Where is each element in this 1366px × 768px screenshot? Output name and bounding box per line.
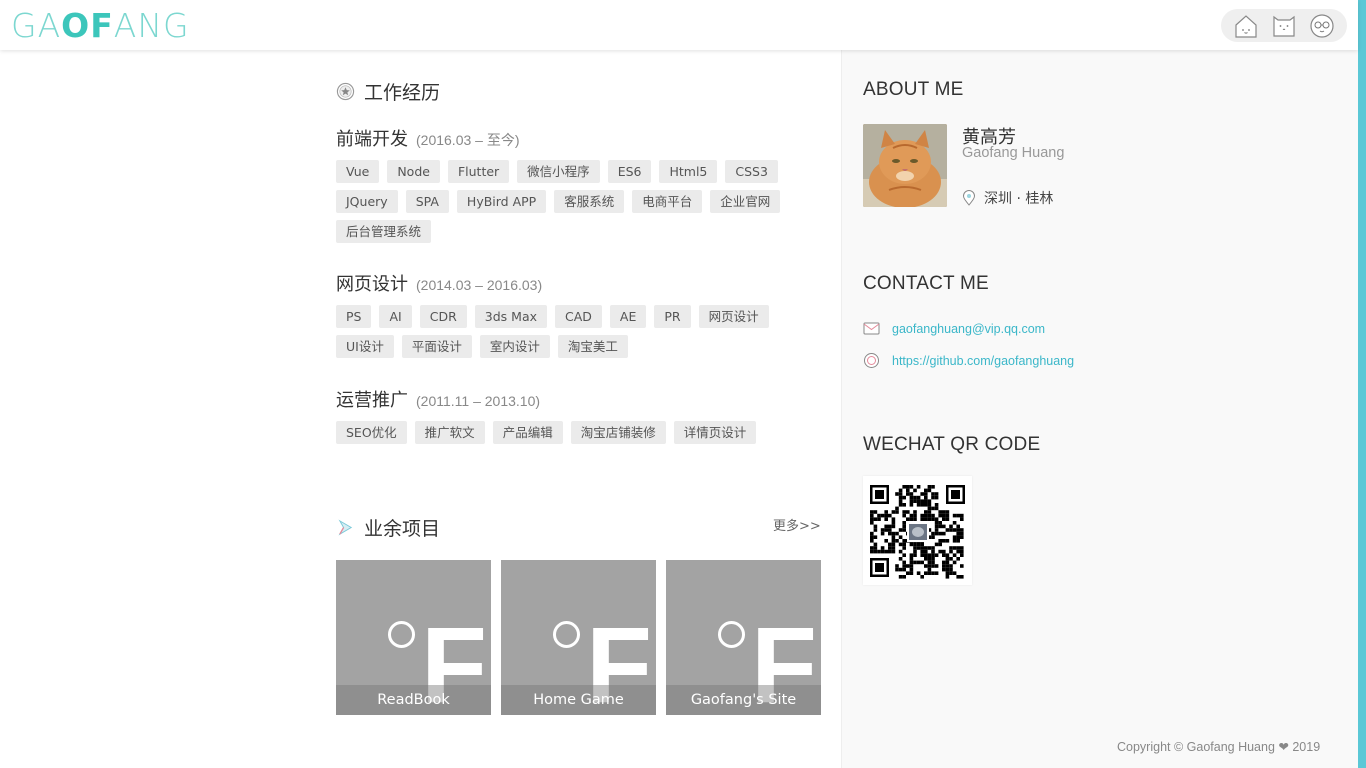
skill-tags: PS AI CDR 3ds Max CAD AE PR 网页设计 UI设计 平面… <box>336 305 821 365</box>
skill-tags: SEO优化 推广软文 产品编辑 淘宝店铺装修 详情页设计 <box>336 421 821 451</box>
skill-tag: 电商平台 <box>632 190 703 213</box>
location-text: 深圳 · 桂林 <box>984 191 1054 207</box>
home-icon[interactable] <box>1232 12 1260 40</box>
github-link[interactable]: https://github.com/gaofanghuang <box>892 354 1074 368</box>
map-pin-icon <box>962 190 976 206</box>
header-icon-group <box>1221 9 1347 42</box>
project-name: Home Game <box>501 685 656 715</box>
site-logo[interactable]: GAOFANG <box>11 6 190 46</box>
projects-section-title: 业余项目 <box>336 514 440 541</box>
skill-tag: 客服系统 <box>554 190 625 213</box>
skill-tag: AI <box>379 305 412 328</box>
skill-tag: Vue <box>336 160 380 183</box>
location: 深圳 · 桂林 <box>962 188 1053 208</box>
job-frontend: 前端开发 (2016.03 – 至今) Vue Node Flutter 微信小… <box>336 125 821 250</box>
project-cards: F ReadBook F Home Game F Gaofang's Site <box>336 560 821 715</box>
skill-tag: 3ds Max <box>474 305 547 328</box>
skill-tag: PR <box>654 305 691 328</box>
skill-tag: 淘宝美工 <box>557 335 628 358</box>
skill-tag: AE <box>609 305 647 328</box>
github-icon <box>864 353 879 368</box>
skill-tag: Flutter <box>447 160 510 183</box>
skill-tag: 后台管理系统 <box>336 220 432 243</box>
skill-tag: 推广软文 <box>414 421 485 444</box>
star-badge-icon <box>336 82 355 101</box>
skill-tag: PS <box>336 305 372 328</box>
skill-tag: 平面设计 <box>401 335 472 358</box>
skill-tag: 企业官网 <box>710 190 781 213</box>
job-marketing: 运营推广 (2011.11 – 2013.10) SEO优化 推广软文 产品编辑… <box>336 386 821 451</box>
skill-tag: Html5 <box>659 160 718 183</box>
email-row: gaofanghuang@vip.qq.com <box>863 321 1045 336</box>
skill-tag: SPA <box>405 190 449 213</box>
avatar <box>863 124 947 207</box>
name-english: Gaofang Huang <box>962 145 1065 161</box>
right-accent-bar <box>1358 0 1366 768</box>
job-period: (2014.03 – 2016.03) <box>416 277 543 293</box>
email-link[interactable]: gaofanghuang@vip.qq.com <box>892 322 1045 336</box>
project-card-site[interactable]: F Gaofang's Site <box>666 560 821 715</box>
skill-tag: Node <box>387 160 440 183</box>
skill-tag: UI设计 <box>336 335 394 358</box>
skill-tag: CSS3 <box>725 160 778 183</box>
skill-tag: 微信小程序 <box>517 160 600 183</box>
skill-tag: 产品编辑 <box>492 421 563 444</box>
project-card-home-game[interactable]: F Home Game <box>501 560 656 715</box>
logo-circle <box>718 621 745 648</box>
github-row: https://github.com/gaofanghuang <box>863 352 1074 369</box>
skill-tag: 室内设计 <box>479 335 550 358</box>
more-projects-link[interactable]: 更多>> <box>773 515 821 534</box>
skill-tag: 淘宝店铺装修 <box>570 421 666 444</box>
wechat-qr-code <box>863 476 972 585</box>
job-title: 网页设计 <box>336 274 408 295</box>
cat-face-icon[interactable] <box>1270 12 1298 40</box>
logo-circle <box>553 621 580 648</box>
skill-tag: SEO优化 <box>336 421 407 444</box>
work-section-title: 工作经历 <box>336 78 440 105</box>
job-period: (2016.03 – 至今) <box>416 132 520 148</box>
skill-tag: 详情页设计 <box>673 421 757 444</box>
job-webdesign: 网页设计 (2014.03 – 2016.03) PS AI CDR 3ds M… <box>336 270 821 365</box>
top-header: GAOFANG <box>0 0 1358 50</box>
project-name: Gaofang's Site <box>666 685 821 715</box>
contact-heading: CONTACT ME <box>863 273 989 294</box>
project-card-readbook[interactable]: F ReadBook <box>336 560 491 715</box>
skill-tag: HyBird APP <box>456 190 547 213</box>
skill-tags: Vue Node Flutter 微信小程序 ES6 Html5 CSS3 JQ… <box>336 160 821 250</box>
main-content: 工作经历 前端开发 (2016.03 – 至今) Vue Node Flutte… <box>336 52 821 768</box>
logo-circle <box>388 621 415 648</box>
sidebar: ABOUT ME 黄高芳 Gaofang Huang 深圳 · 桂林 CONTA… <box>841 50 1358 768</box>
skill-tag: JQuery <box>336 190 398 213</box>
play-arrow-icon <box>338 519 353 536</box>
wechat-heading: WECHAT QR CODE <box>863 434 1041 455</box>
glasses-face-icon[interactable] <box>1308 12 1336 40</box>
about-heading: ABOUT ME <box>863 79 964 100</box>
job-period: (2011.11 – 2013.10) <box>416 393 541 409</box>
skill-tag: ES6 <box>607 160 652 183</box>
job-title: 运营推广 <box>336 390 408 411</box>
copyright: Copyright © Gaofang Huang ❤ 2019 <box>1117 740 1321 754</box>
skill-tag: CAD <box>555 305 602 328</box>
skill-tag: CDR <box>419 305 467 328</box>
job-title: 前端开发 <box>336 129 408 150</box>
project-name: ReadBook <box>336 685 491 715</box>
skill-tag: 网页设计 <box>698 305 769 328</box>
mail-icon <box>863 322 880 335</box>
